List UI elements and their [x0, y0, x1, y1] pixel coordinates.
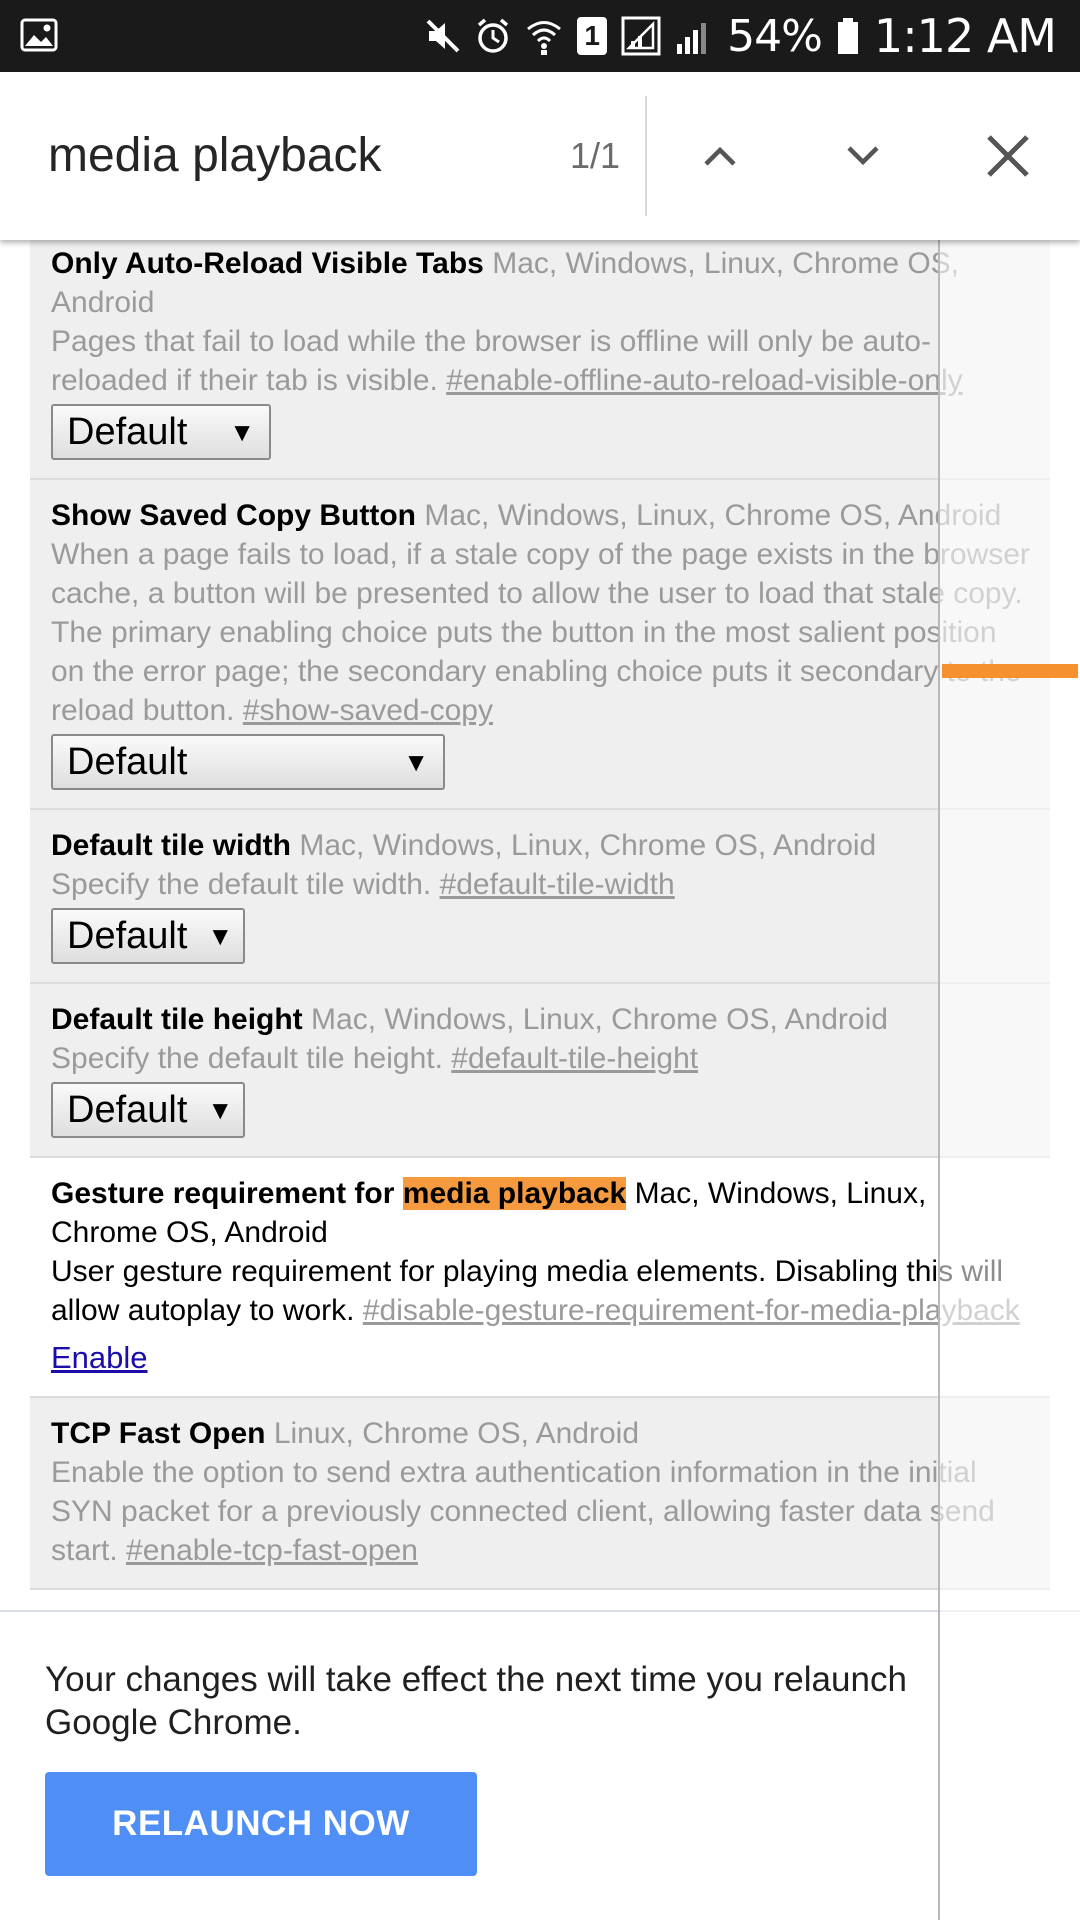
flag-name: TCP Fast Open: [51, 1417, 266, 1450]
enable-link[interactable]: Enable: [51, 1338, 148, 1377]
flag-name: Only Auto-Reload Visible Tabs: [51, 247, 484, 280]
flag-item: Only Auto-Reload Visible Tabs Mac, Windo…: [30, 240, 1050, 480]
find-match-count: 1/1: [569, 135, 620, 176]
flag-link[interactable]: #default-tile-width: [440, 868, 675, 901]
relaunch-now-button[interactable]: RELAUNCH NOW: [45, 1772, 477, 1876]
signal-icon: [677, 23, 707, 54]
find-close-button[interactable]: [968, 116, 1048, 196]
find-match-highlight: media playback: [402, 1177, 627, 1210]
relaunch-message: Your changes will take effect the next t…: [45, 1660, 907, 1742]
flag-description: Specify the default tile height.: [51, 1042, 443, 1075]
flag-name: Default tile width: [51, 829, 291, 862]
flag-link[interactable]: #enable-offline-auto-reload-visible-only: [446, 364, 962, 397]
alarm-icon: [478, 18, 509, 53]
flag-item: Show Saved Copy Button Mac, Windows, Lin…: [30, 480, 1050, 810]
dropdown-arrow-icon: ▼: [229, 416, 255, 447]
find-divider: [645, 96, 647, 216]
flag-platforms: Mac, Windows, Linux, Chrome OS, Android: [424, 499, 1002, 532]
flag-item: Default tile height Mac, Windows, Linux,…: [30, 984, 1050, 1158]
gallery-icon: [20, 18, 58, 52]
flags-list: Only Auto-Reload Visible Tabs Mac, Windo…: [30, 240, 1050, 1590]
flag-select[interactable]: Default ▼: [51, 1082, 245, 1138]
select-value: Default: [67, 914, 188, 957]
battery-icon: [837, 18, 858, 54]
close-icon: [987, 135, 1029, 177]
status-bar: 1 54% 1:12 AM: [0, 0, 1080, 72]
mute-icon: [426, 19, 460, 53]
find-query-input[interactable]: media playback: [48, 120, 508, 192]
flag-select[interactable]: Default ▼: [51, 908, 245, 964]
battery-percent: 54%: [727, 10, 823, 62]
flag-link[interactable]: #enable-tcp-fast-open: [126, 1534, 418, 1567]
sim-icon: 1: [577, 17, 608, 55]
dropdown-arrow-icon: ▼: [207, 920, 234, 951]
flag-link[interactable]: #default-tile-height: [451, 1042, 698, 1075]
flag-link[interactable]: #show-saved-copy: [243, 694, 493, 727]
wifi-icon: [527, 21, 562, 55]
flag-select[interactable]: Default ▼: [51, 734, 445, 790]
flag-select[interactable]: Default ▼: [51, 404, 271, 460]
dropdown-arrow-icon: ▼: [403, 746, 429, 777]
select-value: Default: [67, 410, 188, 453]
flag-platforms: Mac, Windows, Linux, Chrome OS, Android: [299, 829, 877, 862]
flag-description: Specify the default tile width.: [51, 868, 432, 901]
flag-name: Show Saved Copy Button: [51, 499, 417, 532]
flag-name: Default tile height: [51, 1003, 303, 1036]
dropdown-arrow-icon: ▼: [207, 1094, 234, 1125]
find-in-page-bar: media playback 1/1: [0, 72, 1080, 240]
flag-platforms: Mac, Windows, Linux, Chrome OS, Android: [311, 1003, 888, 1036]
find-next-button[interactable]: [823, 116, 903, 196]
chevron-down-icon: [847, 146, 879, 166]
select-value: Default: [67, 1088, 188, 1131]
relaunch-panel: Your changes will take effect the next t…: [0, 1610, 1080, 1920]
flags-page: Only Auto-Reload Visible Tabs Mac, Windo…: [0, 240, 1080, 1610]
flag-platforms: Linux, Chrome OS, Android: [273, 1417, 640, 1450]
flag-name: Gesture requirement for media playback: [51, 1177, 627, 1210]
find-scrollbar-overlay[interactable]: [938, 240, 1080, 1920]
select-value: Default: [67, 740, 188, 783]
status-icons: 1 54% 1:12 AM: [425, 0, 1057, 72]
find-previous-button[interactable]: [680, 116, 760, 196]
flag-item-highlighted: Gesture requirement for media playback M…: [30, 1158, 1050, 1398]
signal-icon: [621, 16, 661, 56]
flag-item: TCP Fast Open Linux, Chrome OS, Android …: [30, 1398, 1050, 1590]
find-result-marker[interactable]: [942, 664, 1078, 678]
clock: 1:12 AM: [873, 9, 1057, 63]
flag-name-prefix: Gesture requirement for: [51, 1177, 403, 1210]
flag-link[interactable]: #disable-gesture-requirement-for-media-p…: [363, 1294, 1020, 1327]
chevron-up-icon: [704, 146, 736, 166]
flag-description: When a page fails to load, if a stale co…: [51, 538, 1030, 727]
flag-item: Default tile width Mac, Windows, Linux, …: [30, 810, 1050, 984]
